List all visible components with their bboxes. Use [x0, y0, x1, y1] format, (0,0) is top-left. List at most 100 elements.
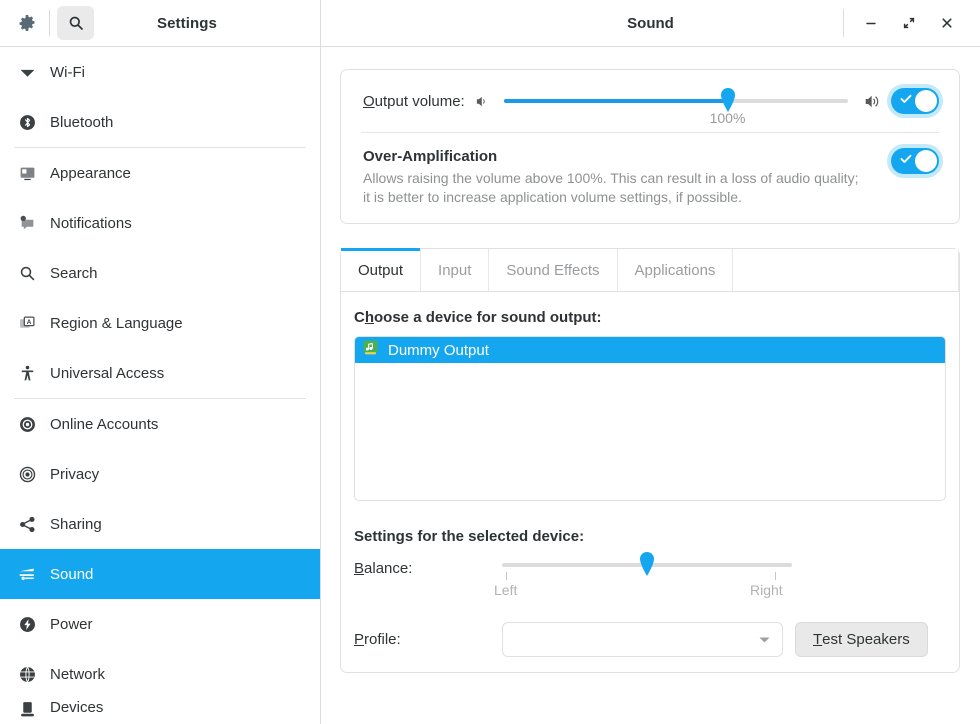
window-body: Wi-Fi Bluetooth Appearance Notificat — [0, 47, 980, 724]
gear-icon[interactable] — [10, 6, 44, 40]
sidebar-item-universal-access[interactable]: Universal Access — [0, 348, 320, 398]
sidebar-item-label: Appearance — [50, 165, 131, 182]
window-header: Sound — [321, 0, 980, 46]
test-speakers-button[interactable]: Test Speakers — [795, 622, 928, 657]
controls-divider — [843, 9, 844, 37]
over-amplification-description: Allows raising the volume above 100%. Th… — [363, 169, 868, 207]
tab-sound-effects[interactable]: Sound Effects — [489, 249, 617, 291]
sidebar-item-label: Wi-Fi — [50, 64, 85, 81]
sidebar-item-label: Devices — [50, 699, 103, 716]
tab-input[interactable]: Input — [421, 249, 489, 291]
appearance-icon — [14, 163, 40, 183]
tab-label: Applications — [635, 262, 716, 279]
sidebar-title: Settings — [94, 15, 320, 32]
balance-right-label: Right — [750, 582, 783, 598]
output-volume-slider[interactable]: 100% — [504, 78, 848, 124]
sidebar-item-label: Bluetooth — [50, 114, 113, 131]
sidebar-item-label: Online Accounts — [50, 416, 158, 433]
audio-card-icon — [362, 339, 379, 361]
check-icon — [900, 154, 912, 166]
window-controls — [843, 0, 980, 46]
restore-icon[interactable] — [890, 6, 928, 40]
choose-device-label: Choose a device for sound output: — [354, 309, 946, 326]
list-item[interactable]: Dummy Output — [355, 337, 945, 363]
profile-dropdown[interactable] — [502, 622, 783, 657]
sidebar-item-power[interactable]: Power — [0, 599, 320, 649]
svg-text:A: A — [26, 319, 31, 326]
sidebar-item-appearance[interactable]: Appearance — [0, 148, 320, 198]
network-icon — [14, 664, 40, 684]
output-volume-value: 100% — [710, 110, 746, 126]
settings-window: Settings Sound — [0, 0, 980, 724]
balance-label: Balance: — [354, 552, 502, 577]
tab-output[interactable]: Output — [341, 249, 421, 291]
toggle-knob — [915, 90, 937, 112]
sidebar-item-label: Privacy — [50, 466, 99, 483]
slider-fill — [504, 99, 728, 103]
header-divider — [49, 10, 50, 36]
sidebar-item-search[interactable]: Search — [0, 248, 320, 298]
sidebar-item-sound[interactable]: Sound — [0, 549, 320, 599]
tab-label: Output — [358, 262, 403, 279]
header-bar: Settings Sound — [0, 0, 980, 47]
over-amplification-toggle[interactable] — [891, 148, 939, 174]
notifications-icon — [14, 213, 40, 233]
output-mute-toggle[interactable] — [891, 88, 939, 114]
sidebar-item-privacy[interactable]: Privacy — [0, 449, 320, 499]
search-icon — [14, 263, 40, 283]
sidebar-item-region-language[interactable]: A Region & Language — [0, 298, 320, 348]
balance-handle[interactable] — [638, 550, 656, 576]
sidebar-item-devices[interactable]: Devices — [0, 699, 320, 721]
balance-slider[interactable]: Left Right — [502, 552, 792, 608]
over-amplification-title: Over-Amplification — [363, 148, 877, 165]
speaker-low-icon — [475, 94, 490, 109]
tab-applications[interactable]: Applications — [618, 249, 734, 291]
balance-left-label: Left — [494, 582, 517, 598]
sidebar-item-online-accounts[interactable]: Online Accounts — [0, 399, 320, 449]
bluetooth-icon — [14, 112, 40, 132]
sound-panel: Output volume: 100% — [321, 47, 980, 724]
sidebar-item-bluetooth[interactable]: Bluetooth — [0, 97, 320, 147]
profile-row: Profile: Test Speakers — [354, 622, 946, 657]
tab-bar: Output Input Sound Effects Applications — [341, 249, 959, 292]
sidebar-item-wifi[interactable]: Wi-Fi — [0, 47, 320, 97]
sidebar[interactable]: Wi-Fi Bluetooth Appearance Notificat — [0, 47, 321, 724]
over-amplification-row: Over-Amplification Allows raising the vo… — [341, 133, 959, 223]
sidebar-item-label: Power — [50, 616, 93, 633]
tab-label: Sound Effects — [506, 262, 599, 279]
device-name: Dummy Output — [388, 342, 489, 359]
sidebar-item-label: Universal Access — [50, 365, 164, 382]
slider-handle[interactable] — [719, 86, 737, 112]
power-icon — [14, 614, 40, 634]
speaker-high-icon — [864, 93, 881, 110]
tab-bar-filler — [733, 249, 959, 291]
sidebar-item-network[interactable]: Network — [0, 649, 320, 699]
output-volume-row: Output volume: 100% — [341, 70, 959, 132]
chevron-down-icon — [759, 631, 770, 649]
balance-tick-left — [506, 572, 507, 580]
check-icon — [900, 94, 912, 106]
minimize-icon[interactable] — [852, 6, 890, 40]
sidebar-item-label: Sharing — [50, 516, 102, 533]
wifi-icon — [14, 62, 40, 82]
volume-card: Output volume: 100% — [340, 69, 960, 224]
sharing-icon — [14, 514, 40, 534]
toggle-knob — [915, 150, 937, 172]
output-tab-page: Choose a device for sound output: Dummy … — [341, 292, 959, 672]
sidebar-item-label: Search — [50, 265, 98, 282]
search-button[interactable] — [57, 6, 94, 40]
universal-access-icon — [14, 363, 40, 383]
close-icon[interactable] — [928, 6, 966, 40]
privacy-icon — [14, 464, 40, 484]
sidebar-item-label: Region & Language — [50, 315, 183, 332]
sidebar-item-notifications[interactable]: Notifications — [0, 198, 320, 248]
devices-icon — [14, 699, 40, 719]
output-volume-label: Output volume: — [363, 93, 465, 110]
sidebar-item-sharing[interactable]: Sharing — [0, 499, 320, 549]
sidebar-item-label: Notifications — [50, 215, 132, 232]
balance-tick-right — [775, 572, 776, 580]
sidebar-header: Settings — [0, 0, 321, 46]
sound-icon — [14, 564, 40, 584]
over-amplification-text: Over-Amplification Allows raising the vo… — [363, 148, 891, 207]
output-device-list[interactable]: Dummy Output — [354, 336, 946, 501]
